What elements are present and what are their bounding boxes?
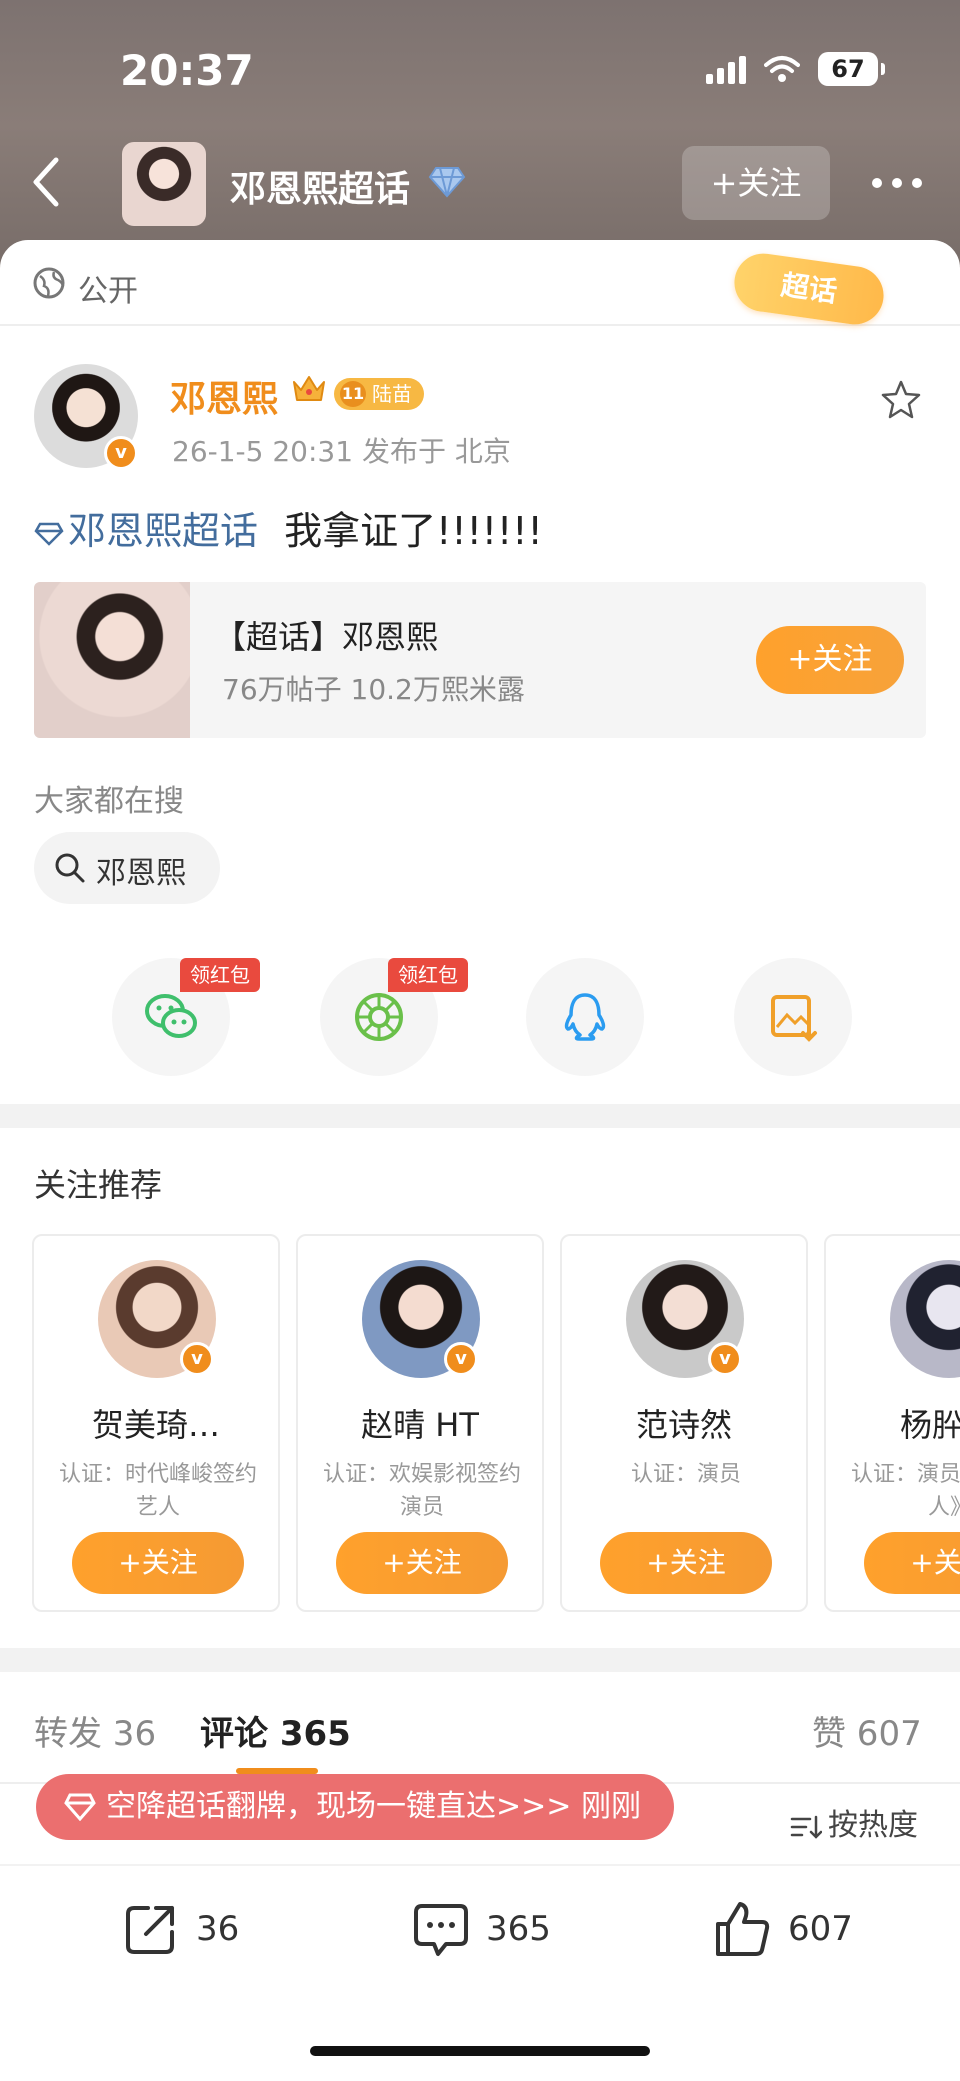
fan-level-badge: 11 陆苗: [334, 378, 424, 410]
repost-button[interactable]: 36: [120, 1898, 239, 1960]
like-count: 607: [788, 1909, 853, 1949]
supertopic-follow-button[interactable]: +关注: [756, 626, 904, 694]
like-button[interactable]: 607: [712, 1898, 853, 1960]
comment-button[interactable]: 365: [410, 1898, 551, 1960]
recommend-avatar: v: [98, 1260, 216, 1378]
qq-icon: [564, 993, 606, 1041]
moments-icon: [355, 993, 403, 1041]
visibility-label: 公开: [78, 274, 138, 309]
red-packet-tag: 领红包: [180, 958, 260, 992]
recommend-desc: 认证：演员: [630, 1462, 741, 1487]
supertopic-badge: 超话: [730, 249, 888, 329]
visibility-row: 公开 超话: [0, 240, 960, 329]
crown-icon: [293, 376, 325, 401]
verified-badge-icon: v: [444, 1342, 478, 1376]
supertopic-thumbnail: [34, 582, 190, 738]
header-follow-button[interactable]: +关注: [682, 146, 830, 220]
status-icons: 67: [706, 52, 885, 86]
recommend-avatar: v: [362, 1260, 480, 1378]
wifi-icon: [764, 56, 800, 82]
status-time: 20:37: [120, 46, 254, 95]
fan-level-label: 陆苗: [372, 382, 412, 406]
engagement-tabs: 转发 36 评论 365 赞 607: [0, 1672, 960, 1784]
hot-search-text: 邓恩熙: [96, 856, 186, 891]
favorite-star-icon[interactable]: [880, 378, 922, 420]
follow-recommendations: 关注推荐 v 贺美琦… 认证：时代峰峻签约艺人 +关注 v 赵晴 HT 认证：欢…: [0, 1128, 960, 1648]
bottom-action-bar: 36 365 607: [0, 1866, 960, 2081]
tab-comment[interactable]: 评论 365: [200, 1706, 351, 1755]
post-card: 公开 超话 v 邓恩熙 11 陆苗 26-1-5 20:31 发布于 北京 邓恩…: [0, 240, 960, 1104]
red-packet-tag: 领红包: [388, 958, 468, 992]
save-image-icon: [771, 995, 817, 1042]
recommend-name: 杨肸子: [899, 1406, 960, 1444]
share-qq-button[interactable]: [526, 958, 644, 1076]
comment-icon: [414, 1904, 468, 1956]
search-icon: [55, 853, 85, 883]
notification-toast[interactable]: 空降超话翻牌，现场一键直达>>> 刚刚: [36, 1774, 674, 1840]
post-meta: 26-1-5 20:31 发布于 北京: [172, 435, 511, 468]
more-icon[interactable]: [872, 178, 922, 188]
hot-search-chip[interactable]: 邓恩熙: [34, 832, 220, 904]
sort-icon: [790, 1815, 823, 1839]
save-image-button[interactable]: [734, 958, 852, 1076]
battery-icon: 67: [818, 52, 885, 86]
sort-label: 按热度: [828, 1808, 918, 1843]
home-indicator: [310, 2046, 650, 2056]
recommend-name: 范诗然: [635, 1406, 732, 1444]
hot-search-label: 大家都在搜: [34, 784, 184, 819]
recommend-card[interactable]: v 范诗然 认证：演员 +关注: [560, 1234, 808, 1612]
supertopic-name: 【超话】邓恩熙: [214, 618, 439, 656]
post-text: 我拿证了!!!!!!!: [284, 509, 543, 553]
repost-count: 36: [196, 1909, 240, 1949]
share-icon: [126, 1906, 174, 1954]
signal-icon: [706, 54, 746, 84]
diamond-icon: [64, 1793, 96, 1821]
recommend-desc: 认证：时代峰峻签约艺人: [58, 1462, 257, 1520]
recommend-avatar: [890, 1260, 960, 1378]
topic-link-text: 邓恩熙超话: [68, 509, 259, 553]
globe-icon: [33, 267, 65, 299]
page-title: 邓恩熙超话: [230, 169, 411, 210]
recommend-follow-button[interactable]: +关注: [864, 1532, 960, 1594]
verified-badge-icon: v: [708, 1342, 742, 1376]
sort-button[interactable]: 按热度: [790, 1800, 918, 1844]
comment-count: 365: [486, 1909, 551, 1949]
recommend-name: 贺美琦…: [91, 1406, 220, 1444]
supertopic-card[interactable]: 【超话】邓恩熙 76万帖子 10.2万熙米露 +关注: [34, 582, 926, 738]
recommend-card[interactable]: v 贺美琦… 认证：时代峰峻签约艺人 +关注: [32, 1234, 280, 1612]
recommend-title: 关注推荐: [34, 1166, 163, 1204]
recommend-card[interactable]: v 赵晴 HT 认证：欢娱影视签约演员 +关注: [296, 1234, 544, 1612]
recommend-follow-button[interactable]: +关注: [336, 1532, 508, 1594]
topic-diamond-icon: [34, 522, 64, 546]
recommend-follow-button[interactable]: +关注: [600, 1532, 772, 1594]
verified-badge-icon: v: [104, 436, 138, 470]
tab-repost[interactable]: 转发 36: [34, 1706, 156, 1755]
author-name[interactable]: 邓恩熙: [170, 370, 278, 422]
recommend-desc: 认证：演员《树下有人》: [850, 1462, 960, 1520]
supertopic-avatar[interactable]: [122, 142, 206, 226]
fan-level-number: 11: [340, 381, 366, 407]
thumbs-up-icon: [716, 1902, 770, 1956]
recommend-card[interactable]: 杨肸子 认证：演员《树下有人》 +关注: [824, 1234, 960, 1612]
wechat-icon: [145, 994, 197, 1038]
supertopic-stats: 76万帖子 10.2万熙米露: [222, 673, 525, 706]
verified-badge-icon: v: [180, 1342, 214, 1376]
recommend-avatar: v: [626, 1260, 744, 1378]
recommend-desc: 认证：欢娱影视签约演员: [322, 1462, 521, 1520]
author-avatar[interactable]: v: [34, 364, 138, 470]
topic-link[interactable]: 邓恩熙超话: [34, 509, 270, 553]
toast-text: 空降超话翻牌，现场一键直达>>> 刚刚: [106, 1789, 641, 1824]
back-arrow-icon[interactable]: [26, 152, 66, 212]
recommend-follow-button[interactable]: +关注: [72, 1532, 244, 1594]
recommend-name: 赵晴 HT: [361, 1406, 479, 1444]
diamond-icon: [428, 167, 466, 198]
top-bar: 20:37 67 邓恩熙超话 +关注: [0, 0, 960, 280]
post-body: 邓恩熙超话 我拿证了!!!!!!!: [34, 500, 543, 555]
tab-like[interactable]: 赞 607: [812, 1706, 922, 1755]
